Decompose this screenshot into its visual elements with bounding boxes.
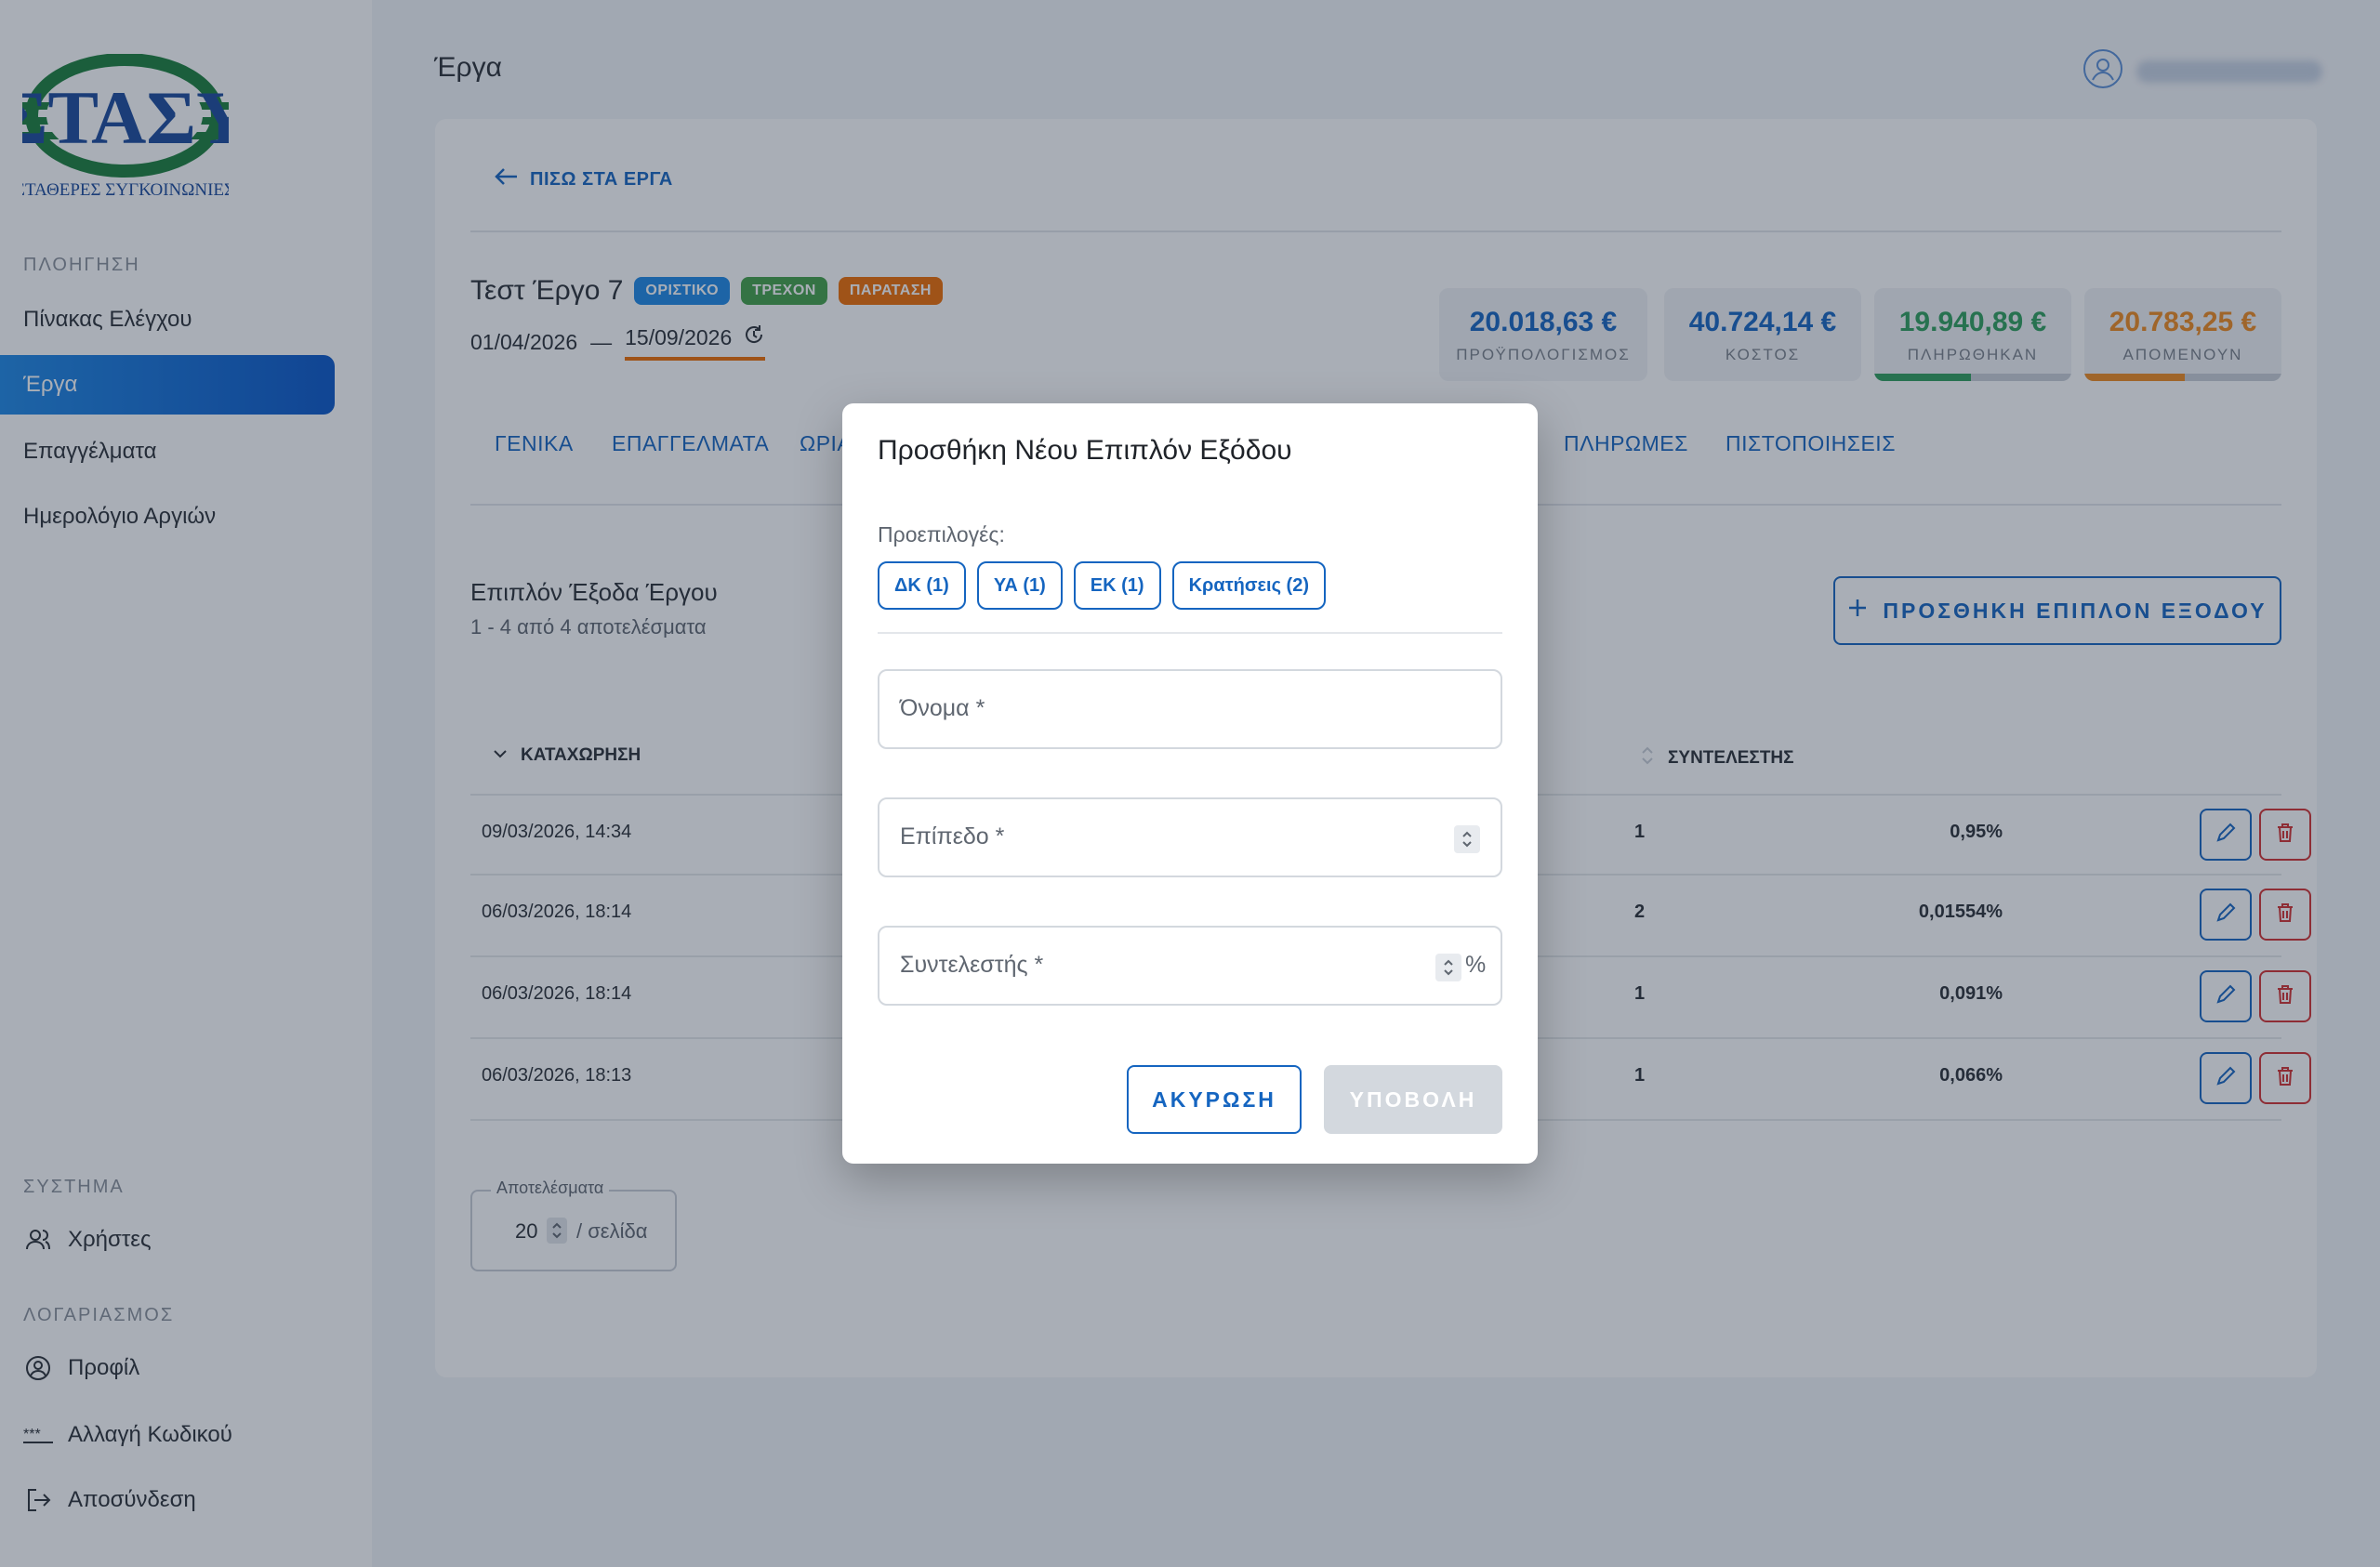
level-field-label: Επίπεδο * — [900, 823, 1005, 849]
divider — [878, 632, 1502, 634]
factor-field-label: Συντελεστής * — [900, 952, 1044, 978]
preset-button-deductions[interactable]: Κρατήσεις (2) — [1171, 561, 1326, 610]
stepper-icon[interactable] — [1435, 954, 1461, 981]
add-expense-dialog: Προσθήκη Νέου Επιπλόν Εξόδου Προεπιλογές… — [842, 403, 1538, 1164]
percent-suffix: % — [1465, 952, 1487, 978]
level-field[interactable]: Επίπεδο * — [878, 797, 1502, 877]
stepper-icon[interactable] — [1454, 825, 1480, 853]
name-field[interactable]: Όνομα * — [878, 669, 1502, 749]
cancel-button[interactable]: ΑΚΥΡΩΣΗ — [1127, 1065, 1302, 1134]
presets-row: ΔΚ (1) ΥΑ (1) ΕΚ (1) Κρατήσεις (2) — [878, 561, 1326, 610]
preset-button-dk[interactable]: ΔΚ (1) — [878, 561, 966, 610]
factor-field[interactable]: Συντελεστής * % — [878, 926, 1502, 1006]
preset-button-ek[interactable]: ΕΚ (1) — [1073, 561, 1161, 610]
submit-button[interactable]: ΥΠΟΒΟΛΗ — [1324, 1065, 1502, 1134]
name-field-label: Όνομα * — [900, 695, 985, 721]
dialog-title: Προσθήκη Νέου Επιπλόν Εξόδου — [878, 435, 1292, 466]
presets-label: Προεπιλογές: — [878, 522, 1005, 546]
preset-button-ya[interactable]: ΥΑ (1) — [976, 561, 1063, 610]
